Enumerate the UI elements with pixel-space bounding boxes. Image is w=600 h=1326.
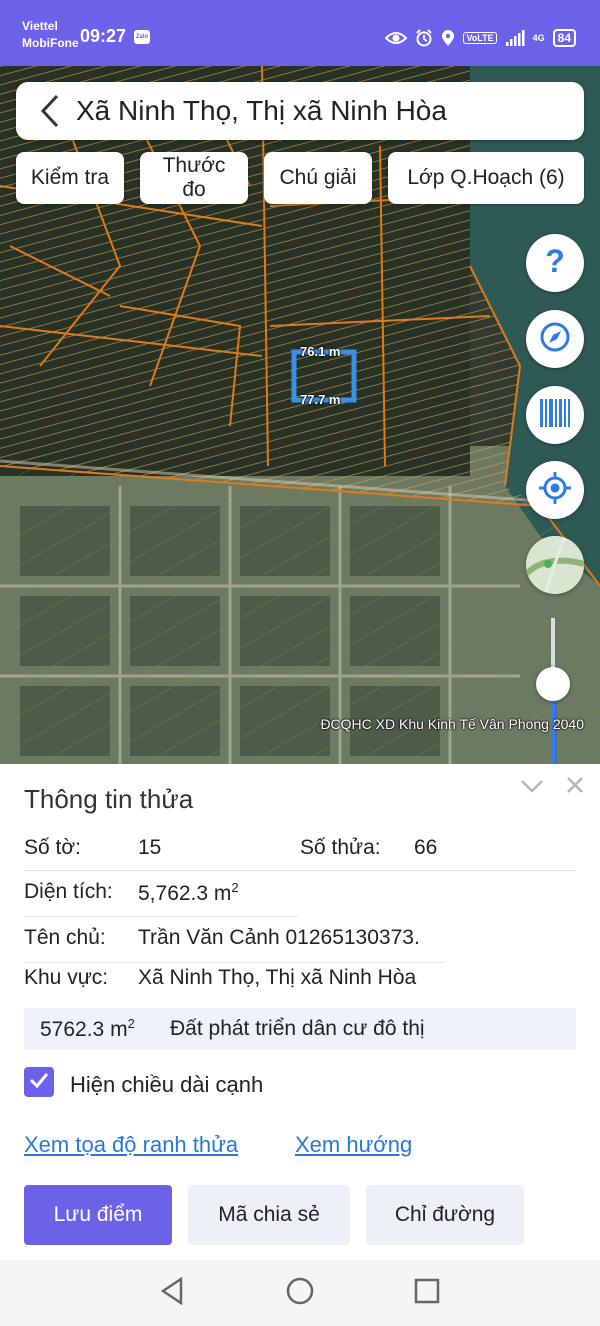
carrier-1: Viettel (22, 19, 58, 33)
help-icon: ? (540, 243, 570, 282)
sheet-parcel-row: Số tờ: 15 Số thửa: 66 (24, 836, 576, 864)
sheet-label: Số tờ: (24, 836, 81, 859)
clock: 09:27 (80, 26, 127, 46)
zalo-notification-icon: Zalo (134, 30, 150, 44)
nav-recents-button[interactable] (411, 1277, 443, 1309)
view-coordinates-link[interactable]: Xem tọa độ ranh thửa (24, 1132, 238, 1158)
share-code-button[interactable]: Mã chia sẻ (188, 1185, 350, 1245)
back-arrow-icon[interactable] (30, 91, 70, 131)
signal-icon (505, 30, 525, 46)
area-value: 5,762.3 m (138, 882, 232, 905)
alarm-icon (415, 29, 433, 47)
battery-icon: 84 (552, 29, 576, 47)
parcel-number-label: Số thửa: (300, 836, 381, 859)
map-view[interactable]: Xã Ninh Thọ, Thị xã Ninh Hòa Kiểm tra Th… (0, 66, 600, 764)
system-nav-bar (0, 1260, 600, 1326)
check-button[interactable]: Kiểm tra (16, 152, 124, 204)
area-value-wrap: 5,762.3 m2 (138, 880, 239, 906)
legend-label: Chú giải (279, 166, 357, 189)
save-point-button[interactable]: Lưu điểm (24, 1185, 172, 1245)
status-bar: Viettel MobiFone 09:27 Zalo VoLTE 4G 84 (0, 0, 600, 66)
show-edges-label[interactable]: Hiện chiều dài cạnh (70, 1072, 263, 1098)
carrier-2: MobiFone (22, 36, 79, 50)
signal-4g-icon: 4G (532, 33, 545, 43)
map-attribution: ĐCQHC XD Khu Kinh Tế Vân Phong 2040 (320, 716, 584, 732)
location-title: Xã Ninh Thọ, Thị xã Ninh Hòa (76, 95, 447, 126)
nav-home-button[interactable] (284, 1277, 316, 1309)
legend-button[interactable]: Chú giải (264, 152, 372, 204)
nav-back-button[interactable] (156, 1276, 188, 1309)
parcel-info-panel: Thông tin thửa Số tờ: 15 Số thửa: 66 Diệ… (0, 764, 600, 1260)
show-edges-checkbox[interactable] (24, 1067, 54, 1097)
owner-value: Trần Văn Cảnh 01265130373. (138, 926, 420, 949)
zone-area: 5762.3 m2 (40, 1016, 170, 1042)
region-label: Khu vực: (24, 966, 109, 989)
circle-home-icon (286, 1277, 314, 1309)
system-icons: VoLTE 4G 84 (385, 27, 576, 49)
eye-icon (385, 30, 408, 46)
save-point-label: Lưu điểm (53, 1203, 143, 1226)
help-button[interactable]: ? (526, 234, 584, 292)
title-bar: Xã Ninh Thọ, Thị xã Ninh Hòa (16, 82, 584, 140)
barcode-icon (539, 399, 571, 431)
planning-layer-label: Lớp Q.Hoạch (6) (407, 166, 565, 189)
barcode-button[interactable] (526, 386, 584, 444)
zoning-info-row: 5762.3 m2 Đất phát triển dân cư đô thị (24, 1008, 576, 1050)
directions-button[interactable]: Chỉ đường (366, 1185, 524, 1245)
panel-title: Thông tin thửa (24, 784, 194, 814)
minimap-button[interactable] (526, 536, 584, 594)
zoom-slider-thumb[interactable] (536, 667, 570, 701)
divider (24, 916, 298, 917)
locate-icon (538, 471, 572, 509)
ruler-label-line1: Thước (162, 154, 226, 177)
triangle-back-icon (159, 1276, 185, 1309)
chevron-down-icon[interactable] (520, 778, 544, 797)
square-recents-icon (414, 1278, 440, 1308)
zone-area-value: 5762.3 m (40, 1018, 128, 1041)
area-row: Diện tích: 5,762.3 m2 (24, 880, 576, 908)
area-unit-sup: 2 (231, 880, 239, 895)
divider (24, 962, 444, 963)
my-location-button[interactable] (526, 461, 584, 519)
minimap-icon (526, 536, 584, 594)
compass-button[interactable] (526, 310, 584, 368)
checkmark-icon (29, 1072, 49, 1092)
parcel-number-value: 66 (414, 836, 438, 859)
zone-type: Đất phát triển dân cư đô thị (170, 1017, 425, 1040)
location-icon (441, 29, 455, 47)
check-label: Kiểm tra (30, 166, 110, 189)
sheet-value: 15 (138, 836, 162, 859)
planning-layer-button[interactable]: Lớp Q.Hoạch (6) (388, 152, 584, 204)
compass-icon (539, 321, 571, 357)
share-code-label: Mã chia sẻ (218, 1203, 320, 1226)
close-icon[interactable] (566, 776, 584, 798)
owner-label: Tên chủ: (24, 926, 106, 949)
svg-text:?: ? (545, 244, 565, 278)
measure-top-label: 76.1 m (300, 344, 341, 359)
zone-area-sup: 2 (127, 1016, 135, 1031)
region-row: Khu vực: Xã Ninh Thọ, Thị xã Ninh Hòa (24, 966, 576, 994)
panel-controls (520, 776, 584, 798)
directions-label: Chỉ đường (394, 1203, 496, 1226)
view-direction-link[interactable]: Xem hướng (295, 1132, 412, 1158)
volte-icon: VoLTE (463, 32, 497, 44)
owner-row: Tên chủ: Trần Văn Cảnh 01265130373. (24, 926, 576, 954)
ruler-label-line2: đo (182, 178, 206, 201)
divider (24, 870, 576, 871)
region-value: Xã Ninh Thọ, Thị xã Ninh Hòa (138, 966, 417, 989)
ruler-button[interactable]: Thước đo (140, 152, 248, 204)
carrier-labels: Viettel MobiFone (22, 18, 79, 52)
measure-bottom-label: 77.7 m (300, 392, 341, 407)
area-label: Diện tích: (24, 880, 113, 903)
